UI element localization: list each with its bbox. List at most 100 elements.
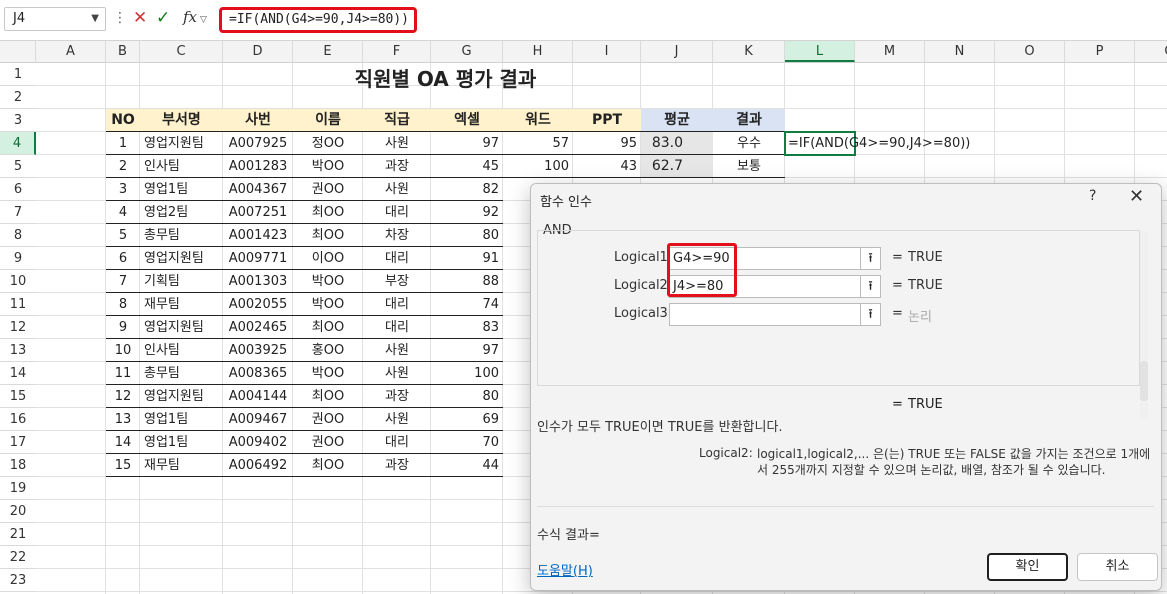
cell-dept[interactable]: 영업1팀 <box>140 408 223 431</box>
column-header-e[interactable]: E <box>293 41 363 62</box>
column-header-g[interactable]: G <box>431 41 503 62</box>
cell-excel[interactable]: 91 <box>431 247 503 270</box>
cell-employee-id[interactable]: A004367 <box>223 178 293 201</box>
table-header-cell[interactable]: 워드 <box>503 109 573 132</box>
cell-employee-id[interactable]: A009771 <box>223 247 293 270</box>
cell-dept[interactable]: 총무팀 <box>140 224 223 247</box>
cell-employee-id[interactable]: A002465 <box>223 316 293 339</box>
cell-no[interactable]: 1 <box>106 132 140 155</box>
column-header-d[interactable]: D <box>223 41 293 62</box>
cell-rank[interactable]: 부장 <box>363 270 431 293</box>
formula-input[interactable]: =IF(AND(G4>=90,J4>=80)) <box>219 7 417 33</box>
cell-no[interactable]: 4 <box>106 201 140 224</box>
cancel-edit-icon[interactable]: ✕ <box>133 8 147 28</box>
cell-excel[interactable]: 82 <box>431 178 503 201</box>
cell-name[interactable]: 최OO <box>293 224 363 247</box>
row-header-21[interactable]: 21 <box>0 523 36 546</box>
column-header-k[interactable]: K <box>713 41 785 62</box>
cell-rank[interactable]: 대리 <box>363 316 431 339</box>
cell-name[interactable]: 최OO <box>293 201 363 224</box>
cell-name[interactable]: 권OO <box>293 178 363 201</box>
insert-function-button[interactable]: fx ▽ <box>183 8 207 26</box>
table-header-cell[interactable]: 엑셀 <box>431 109 503 132</box>
close-icon[interactable]: ✕ <box>1129 186 1144 207</box>
cell-employee-id[interactable]: A002055 <box>223 293 293 316</box>
cell-dept[interactable]: 영업지원팀 <box>140 132 223 155</box>
chevron-down-icon[interactable]: ▼ <box>91 8 99 30</box>
cell-word[interactable]: 100 <box>503 155 573 178</box>
column-header-h[interactable]: H <box>503 41 573 62</box>
cell-dept[interactable]: 재무팀 <box>140 454 223 477</box>
table-header-cell[interactable]: PPT <box>573 109 641 132</box>
cell-excel[interactable]: 97 <box>431 132 503 155</box>
cell-rank[interactable]: 사원 <box>363 339 431 362</box>
cell-name[interactable]: 정OO <box>293 132 363 155</box>
cell-dept[interactable]: 기획팀 <box>140 270 223 293</box>
cell-name[interactable]: 권OO <box>293 431 363 454</box>
table-header-cell[interactable]: 직급 <box>363 109 431 132</box>
cell-ppt[interactable]: 95 <box>573 132 641 155</box>
row-header-13[interactable]: 13 <box>0 339 36 362</box>
cell-name[interactable]: 최OO <box>293 316 363 339</box>
row-header-15[interactable]: 15 <box>0 385 36 408</box>
cancel-button[interactable]: 취소 <box>1077 553 1158 581</box>
column-header-i[interactable]: I <box>573 41 641 62</box>
cell-no[interactable]: 15 <box>106 454 140 477</box>
ok-button[interactable]: 확인 <box>987 553 1068 581</box>
cell-result[interactable]: 우수 <box>713 132 785 155</box>
cell-name[interactable]: 최OO <box>293 454 363 477</box>
table-header-cell[interactable]: 이름 <box>293 109 363 132</box>
cell-dept[interactable]: 총무팀 <box>140 362 223 385</box>
cell-name[interactable]: 박OO <box>293 270 363 293</box>
column-header-c[interactable]: C <box>140 41 223 62</box>
row-header-9[interactable]: 9 <box>0 247 36 270</box>
cell-name[interactable]: 홍OO <box>293 339 363 362</box>
cell-rank[interactable]: 대리 <box>363 293 431 316</box>
column-header-q[interactable]: Q <box>1135 41 1167 62</box>
cell-no[interactable]: 5 <box>106 224 140 247</box>
cell-result[interactable]: 보통 <box>713 155 785 178</box>
cell-employee-id[interactable]: A003925 <box>223 339 293 362</box>
cell-dept[interactable]: 영업지원팀 <box>140 247 223 270</box>
column-header-a[interactable]: A <box>36 41 106 62</box>
cell-name[interactable]: 권OO <box>293 408 363 431</box>
row-header-11[interactable]: 11 <box>0 293 36 316</box>
cell-employee-id[interactable]: A006492 <box>223 454 293 477</box>
row-header-16[interactable]: 16 <box>0 408 36 431</box>
cell-name[interactable]: 박OO <box>293 155 363 178</box>
column-header-o[interactable]: O <box>995 41 1065 62</box>
help-icon[interactable]: ? <box>1089 188 1096 204</box>
row-header-23[interactable]: 23 <box>0 569 36 592</box>
cell-employee-id[interactable]: A009402 <box>223 431 293 454</box>
row-header-3[interactable]: 3 <box>0 109 36 132</box>
row-header-17[interactable]: 17 <box>0 431 36 454</box>
cell-excel[interactable]: 97 <box>431 339 503 362</box>
cell-excel[interactable]: 80 <box>431 224 503 247</box>
cell-rank[interactable]: 대리 <box>363 431 431 454</box>
row-header-14[interactable]: 14 <box>0 362 36 385</box>
cell-dept[interactable]: 영업1팀 <box>140 178 223 201</box>
confirm-edit-icon[interactable]: ✓ <box>156 8 170 28</box>
cell-excel[interactable]: 83 <box>431 316 503 339</box>
cell-employee-id[interactable]: A009467 <box>223 408 293 431</box>
cell-average[interactable]: 62.7 <box>641 155 713 178</box>
row-header-1[interactable]: 1 <box>0 63 36 86</box>
select-all-corner[interactable] <box>0 41 36 62</box>
column-header-p[interactable]: P <box>1065 41 1135 62</box>
cell-employee-id[interactable]: A004144 <box>223 385 293 408</box>
cell-no[interactable]: 13 <box>106 408 140 431</box>
cell-excel[interactable]: 45 <box>431 155 503 178</box>
table-header-cell[interactable]: 사번 <box>223 109 293 132</box>
name-box[interactable]: J4 ▼ <box>4 7 106 31</box>
table-header-cell[interactable]: 부서명 <box>140 109 223 132</box>
cell-average[interactable]: 83.0 <box>641 132 713 155</box>
cell-no[interactable]: 14 <box>106 431 140 454</box>
column-header-b[interactable]: B <box>106 41 140 62</box>
cell-word[interactable]: 57 <box>503 132 573 155</box>
row-header-18[interactable]: 18 <box>0 454 36 477</box>
cell-no[interactable]: 6 <box>106 247 140 270</box>
cell-excel[interactable]: 88 <box>431 270 503 293</box>
collapse-dialog-icon[interactable]: ⭱ <box>861 247 881 270</box>
row-header-22[interactable]: 22 <box>0 546 36 569</box>
cell-rank[interactable]: 차장 <box>363 224 431 247</box>
